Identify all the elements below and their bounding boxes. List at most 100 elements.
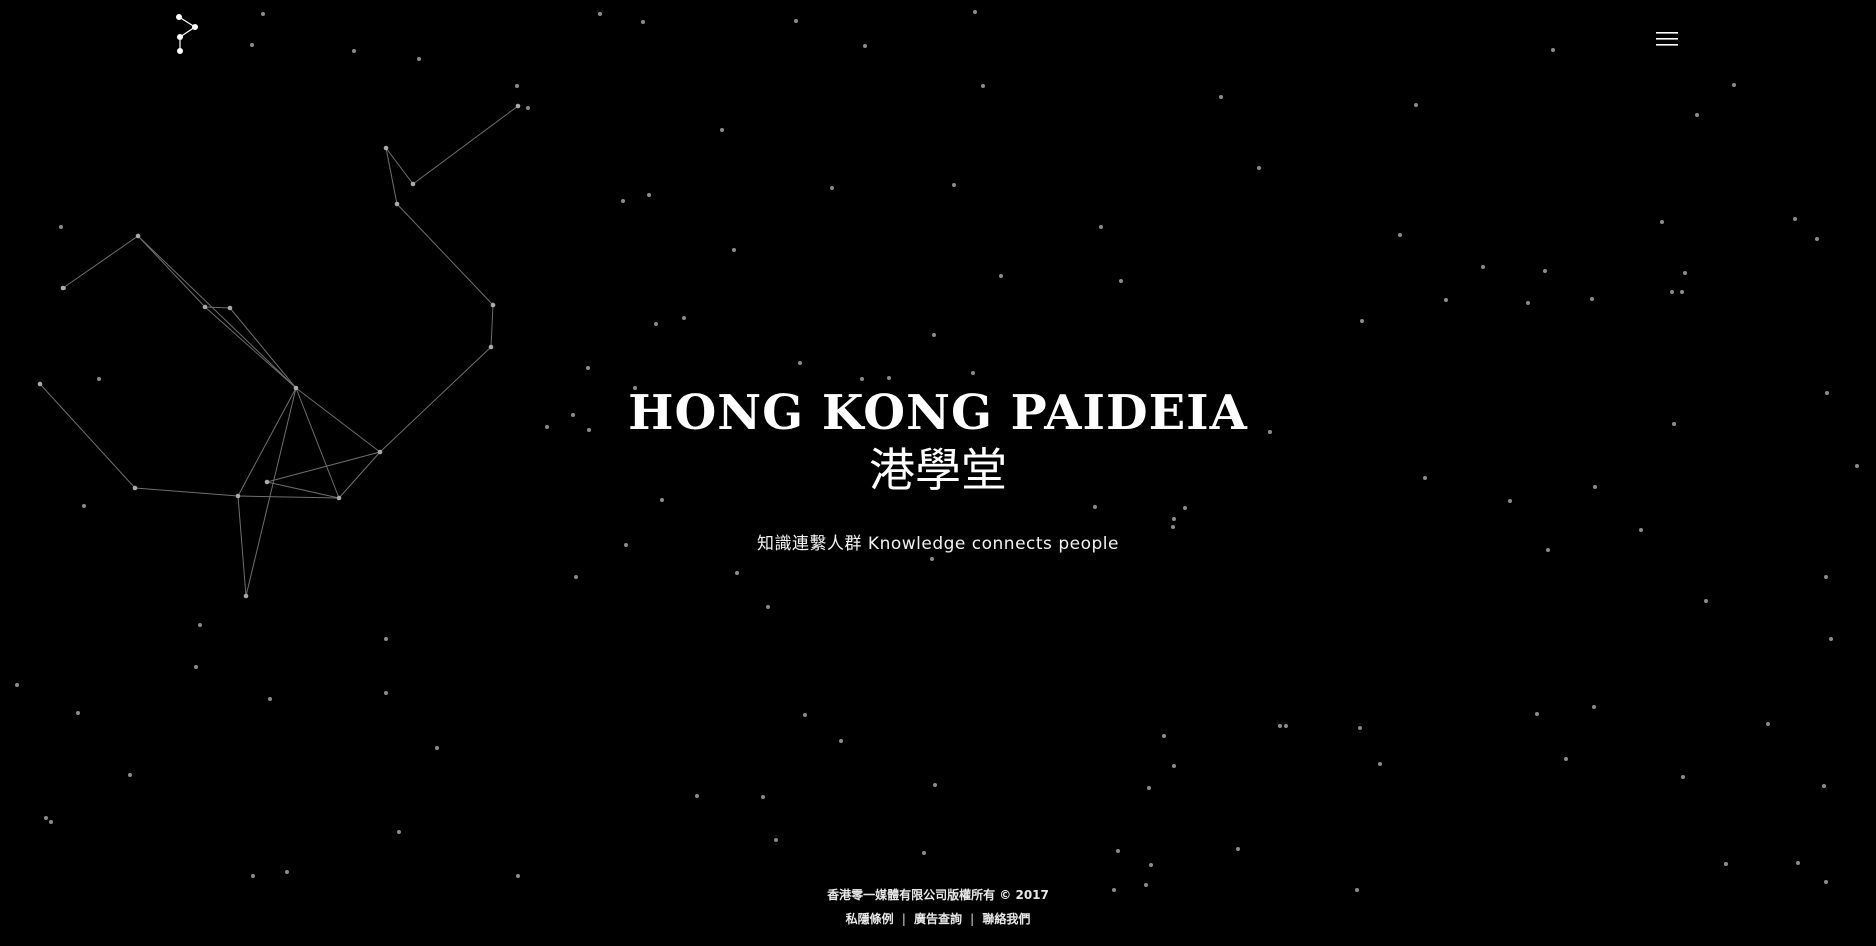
star-dot: [1822, 784, 1826, 788]
star-dot: [598, 12, 602, 16]
constellation-line: [62, 235, 139, 289]
constellation-node: [383, 145, 389, 151]
star-dot: [261, 12, 265, 16]
star-dot: [1360, 319, 1364, 323]
star-dot: [1099, 225, 1103, 229]
constellation-node: [515, 103, 521, 109]
star-dot: [1119, 279, 1123, 283]
constellation-node: [135, 233, 141, 239]
constellation-line: [490, 304, 494, 348]
constellation-node: [394, 201, 400, 207]
star-dot: [860, 377, 864, 381]
star-dot: [1149, 863, 1153, 867]
star-dot: [641, 20, 645, 24]
star-dot: [1543, 269, 1547, 273]
star-dot: [1695, 113, 1699, 117]
star-dot: [1414, 103, 1418, 107]
constellation-node: [227, 305, 233, 311]
star-dot: [1670, 290, 1674, 294]
menu-button[interactable]: [1650, 26, 1684, 52]
star-dot: [803, 713, 807, 717]
constellation-line: [396, 203, 494, 306]
star-dot: [654, 322, 658, 326]
star-dot: [15, 683, 19, 687]
star-dot: [1564, 757, 1568, 761]
star-dot: [384, 637, 388, 641]
star-dot: [251, 874, 255, 878]
star-dot: [1829, 637, 1833, 641]
star-dot: [735, 571, 739, 575]
star-dot: [932, 333, 936, 337]
star-dot: [798, 361, 802, 365]
star-dot: [732, 248, 736, 252]
star-dot: [1704, 599, 1708, 603]
star-dot: [516, 874, 520, 878]
star-dot: [435, 746, 439, 750]
star-dot: [1683, 271, 1687, 275]
site-logo[interactable]: [170, 10, 206, 60]
constellation-line: [229, 307, 297, 389]
star-dot: [1236, 847, 1240, 851]
constellation-node: [60, 285, 66, 291]
star-dot: [1824, 880, 1828, 884]
star-dot: [59, 225, 63, 229]
star-dot: [1824, 575, 1828, 579]
star-dot: [1116, 849, 1120, 853]
star-dot: [1172, 764, 1176, 768]
star-dot: [830, 186, 834, 190]
star-dot: [1796, 861, 1800, 865]
landing-stage: HONG KONG PAIDEIA 港學堂 知識連繫人群 Knowledge c…: [0, 0, 1876, 946]
star-dot: [933, 783, 937, 787]
constellation-logo-icon: [176, 14, 198, 54]
constellation-line: [204, 306, 231, 309]
star-dot: [1257, 166, 1261, 170]
star-dot: [76, 711, 80, 715]
star-dot: [268, 697, 272, 701]
star-dot: [863, 44, 867, 48]
star-dot: [999, 274, 1003, 278]
star-dot: [1284, 724, 1288, 728]
constellation-line: [137, 235, 206, 308]
star-dot: [586, 366, 590, 370]
hero: HONG KONG PAIDEIA 港學堂 知識連繫人群 Knowledge c…: [0, 385, 1876, 554]
star-dot: [194, 665, 198, 669]
star-dot: [761, 795, 765, 799]
footer-links: 私隱條例 | 廣告查詢 | 聯絡我們: [0, 910, 1876, 928]
star-dot: [128, 773, 132, 777]
advertising-inquiry-link[interactable]: 廣告查詢: [908, 912, 968, 926]
star-dot: [1444, 298, 1448, 302]
star-dot: [794, 19, 798, 23]
star-dot: [1535, 712, 1539, 716]
star-dot: [198, 623, 202, 627]
constellation-line: [385, 147, 398, 205]
constellation-line: [385, 147, 414, 185]
star-dot: [49, 820, 53, 824]
privacy-policy-link[interactable]: 私隱條例: [840, 912, 900, 926]
star-dot: [621, 199, 625, 203]
copyright-text: 香港零一媒體有限公司版權所有 © 2017: [827, 888, 1049, 902]
star-dot: [515, 84, 519, 88]
constellation-node: [490, 302, 496, 308]
hamburger-menu-icon: [1656, 32, 1678, 46]
page-title: HONG KONG PAIDEIA: [628, 385, 1248, 441]
star-dot: [1793, 217, 1797, 221]
star-dot: [1815, 237, 1819, 241]
star-dot: [952, 183, 956, 187]
star-dot: [1592, 705, 1596, 709]
constellation-line: [137, 235, 297, 389]
star-dot: [574, 575, 578, 579]
constellation-node: [488, 344, 494, 350]
star-dot: [839, 739, 843, 743]
star-dot: [930, 557, 934, 561]
page-subtitle-chinese: 港學堂: [869, 443, 1007, 497]
constellation-line: [412, 105, 519, 185]
contact-us-link[interactable]: 聯絡我們: [976, 912, 1036, 926]
star-dot: [397, 830, 401, 834]
star-dot: [1732, 83, 1736, 87]
star-dot: [384, 691, 388, 695]
star-dot: [352, 49, 356, 53]
constellation-line: [204, 306, 297, 389]
star-dot: [1680, 290, 1684, 294]
star-dot: [695, 794, 699, 798]
star-dot: [1481, 265, 1485, 269]
